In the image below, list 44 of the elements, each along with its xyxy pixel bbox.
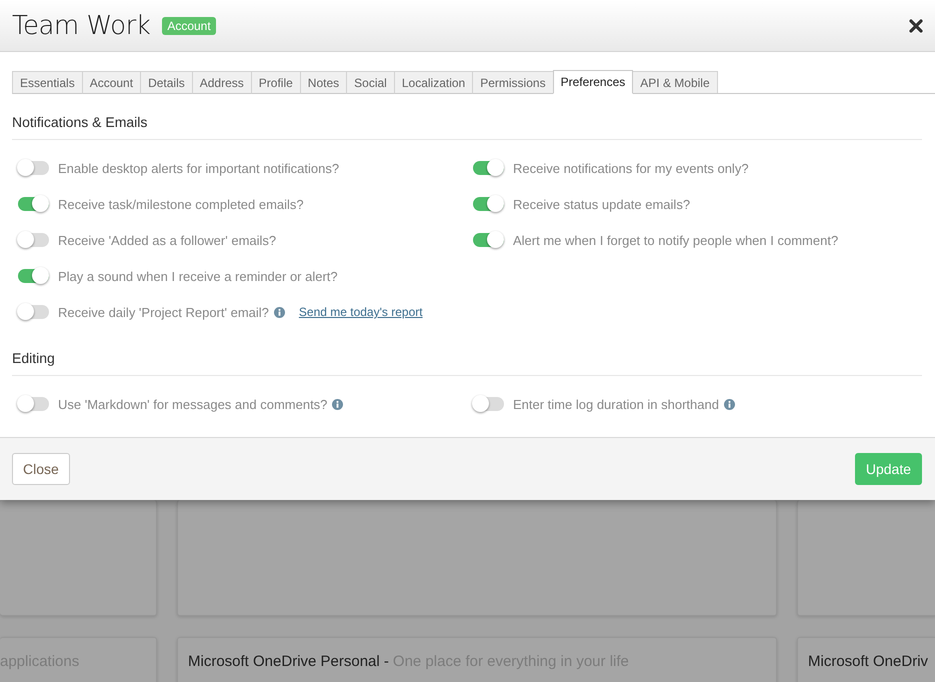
- setting-label: Enable desktop alerts for important notifications?: [58, 160, 340, 176]
- setting-label: Receive 'Added as a follower' emails?: [58, 232, 276, 248]
- info-icon[interactable]: [332, 398, 344, 410]
- setting-label: Play a sound when I receive a reminder or alert?: [58, 268, 338, 284]
- setting-label: Receive notifications for my events only?: [513, 160, 749, 176]
- info-icon[interactable]: [724, 398, 735, 410]
- toggle-switch[interactable]: [18, 397, 49, 411]
- section-heading: Notifications & Emails: [12, 114, 922, 140]
- tab[interactable]: Profile: [250, 71, 301, 94]
- toggle-switch[interactable]: [18, 197, 49, 211]
- setting-label: Alert me when I forget to notify people when I comment?: [513, 232, 838, 248]
- card-title: Microsoft OneDrive Personal -: [188, 653, 389, 670]
- close-button[interactable]: Close: [12, 453, 70, 485]
- tab[interactable]: Permissions: [472, 71, 554, 94]
- tab[interactable]: Account: [82, 71, 142, 94]
- account-badge: Account: [162, 16, 216, 34]
- card-title: Microsoft OneDriv: [808, 653, 928, 670]
- close-icon[interactable]: [909, 18, 923, 32]
- setting-label: Enter time log duration in shorthand: [513, 396, 719, 412]
- tab[interactable]: Preferences: [552, 70, 634, 94]
- tab[interactable]: Localization: [394, 71, 474, 94]
- toggle-switch[interactable]: [18, 269, 49, 283]
- tab[interactable]: Essentials: [12, 71, 83, 94]
- tab[interactable]: Notes: [300, 71, 348, 94]
- toggle-switch[interactable]: [18, 233, 49, 247]
- report-link[interactable]: Send me today's report: [298, 305, 423, 319]
- tab[interactable]: Social: [346, 71, 395, 94]
- toggle-switch[interactable]: [18, 305, 49, 319]
- section-heading: Editing: [12, 350, 922, 376]
- tab[interactable]: Address: [192, 71, 252, 94]
- dialog-title: Team Work: [12, 10, 150, 40]
- setting-label: Use 'Markdown' for messages and comments?: [58, 396, 328, 412]
- tab[interactable]: API & Mobile: [632, 71, 718, 94]
- setting-label: Receive task/milestone completed emails?: [58, 196, 304, 212]
- toggle-switch[interactable]: [473, 161, 504, 175]
- setting-label: Receive status update emails?: [513, 196, 690, 212]
- toggle-switch[interactable]: [473, 397, 504, 411]
- toggle-switch[interactable]: [473, 233, 504, 247]
- toggle-switch[interactable]: [18, 161, 49, 175]
- info-icon[interactable]: [274, 306, 285, 318]
- tab[interactable]: Details: [140, 71, 193, 94]
- setting-label: Receive daily 'Project Report' email?: [58, 304, 269, 320]
- app-card[interactable]: Microsoft OneDriv: [797, 637, 935, 682]
- toggle-switch[interactable]: [473, 197, 504, 211]
